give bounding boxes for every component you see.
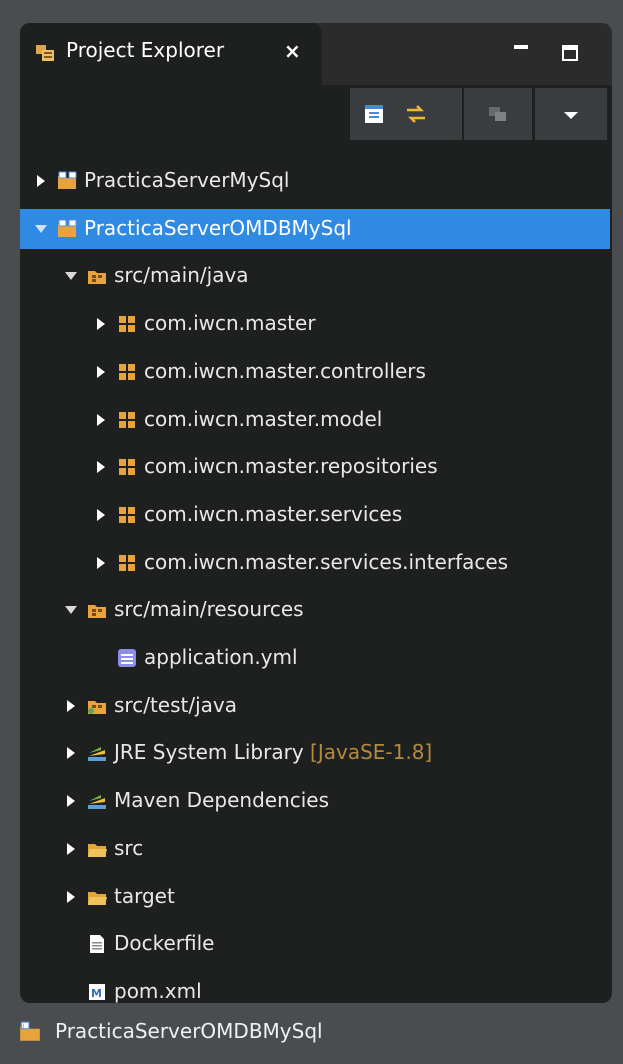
chevron-right-icon[interactable] <box>94 508 108 522</box>
tree-item-decoration: [JavaSE-1.8] <box>303 740 433 765</box>
explorer-panel: PracticaServerMySql PracticaServerOMDBMyS… <box>20 85 612 1003</box>
test-source-folder-icon <box>88 700 106 714</box>
tree-item-pom-xml[interactable]: Mpom.xml <box>20 972 610 1003</box>
source-folder-icon <box>88 271 106 285</box>
tree-item-label: com.iwcn.master.model <box>144 406 383 431</box>
tree-item-src-main-java[interactable]: src/main/java <box>20 256 610 296</box>
toolbar-group-main <box>350 88 462 140</box>
tree-item-jre-system-library[interactable]: JRE System Library [JavaSE-1.8] <box>20 733 610 773</box>
package-icon <box>119 459 135 476</box>
chevron-right-icon[interactable] <box>64 699 78 713</box>
library-icon <box>88 795 106 810</box>
project-icon <box>58 219 77 237</box>
tree-item-label: PracticaServerOMDBMySql <box>84 215 352 240</box>
maven-file-icon: M <box>89 983 105 1000</box>
view-menu-icon[interactable] <box>559 104 583 128</box>
package-icon <box>119 506 135 523</box>
folder-icon <box>88 891 107 905</box>
tree-item-label: com.iwcn.master.services <box>144 501 403 526</box>
package-icon <box>119 316 135 333</box>
tree-item-label: src/main/resources <box>114 597 304 622</box>
toolbar-group-menu <box>535 88 607 140</box>
status-bar: J PracticaServerOMDBMySql <box>0 1003 623 1064</box>
status-selection-label: PracticaServerOMDBMySql <box>55 1019 323 1043</box>
tree-item-com-iwcn-master-repositories[interactable]: com.iwcn.master.repositories <box>20 447 610 487</box>
tree-item-src[interactable]: src <box>20 829 610 869</box>
library-icon <box>88 747 106 762</box>
chevron-right-icon[interactable] <box>64 842 78 856</box>
tree-item-label: src/main/java <box>114 263 249 288</box>
tree-item-label: target <box>114 883 175 908</box>
tree-item-src-main-resources[interactable]: src/main/resources <box>20 590 610 630</box>
chevron-right-icon[interactable] <box>94 365 108 379</box>
maximize-icon[interactable] <box>558 41 582 65</box>
tree-item-label: com.iwcn.master.repositories <box>144 454 438 479</box>
tree-item-com-iwcn-master-controllers[interactable]: com.iwcn.master.controllers <box>20 352 610 392</box>
project-explorer-icon <box>36 45 54 61</box>
folder-icon <box>88 843 107 857</box>
tree-item-label: src/test/java <box>114 692 237 717</box>
select-working-set-icon[interactable] <box>486 102 510 126</box>
collapse-all-icon[interactable] <box>362 102 386 126</box>
project-icon: J <box>20 1021 40 1041</box>
chevron-right-icon[interactable] <box>64 890 78 904</box>
tree-item-maven-dependencies[interactable]: Maven Dependencies <box>20 781 610 821</box>
tree-item-application-yml[interactable]: application.yml <box>20 638 610 678</box>
tab-title: Project Explorer <box>66 38 225 62</box>
tree-item-com-iwcn-master-services[interactable]: com.iwcn.master.services <box>20 495 610 535</box>
tree-item-label: PracticaServerMySql <box>84 168 290 192</box>
package-icon <box>119 363 135 380</box>
chevron-right-icon[interactable] <box>94 413 108 427</box>
tab-project-explorer[interactable]: Project Explorer × <box>20 23 322 85</box>
tree-item-label: com.iwcn.master.controllers <box>144 358 426 383</box>
close-tab-button[interactable]: × <box>284 39 301 63</box>
chevron-right-icon[interactable] <box>34 174 48 188</box>
svg-text:J: J <box>21 1024 24 1030</box>
svg-text:M: M <box>91 987 102 1000</box>
chevron-down-icon[interactable] <box>34 222 48 236</box>
link-with-editor-icon[interactable] <box>404 102 428 126</box>
chevron-right-icon[interactable] <box>64 746 78 760</box>
tree-item-label: Dockerfile <box>114 931 215 956</box>
project-icon <box>58 171 77 189</box>
tree-item-target[interactable]: target <box>20 877 610 917</box>
tree-item-com-iwcn-master-model[interactable]: com.iwcn.master.model <box>20 400 610 440</box>
tree-item-label: com.iwcn.master.services.interfaces <box>144 549 509 574</box>
package-icon <box>119 554 135 571</box>
tree-item-label: JRE System Library [JavaSE-1.8] <box>114 740 433 765</box>
tree-item-label: src <box>114 835 144 860</box>
tree-item-src-test-java[interactable]: src/test/java <box>20 686 610 726</box>
tab-bar: Project Explorer × <box>20 23 612 85</box>
chevron-right-icon[interactable] <box>64 794 78 808</box>
project-explorer-window: Project Explorer × PracticaServerMySql P… <box>20 23 612 1003</box>
tree-item-label: Maven Dependencies <box>114 788 330 813</box>
tree-item-label: com.iwcn.master <box>144 311 316 336</box>
tree-item-com-iwcn-master[interactable]: com.iwcn.master <box>20 304 610 344</box>
tree-item-practicaserveromdbmysql[interactable]: PracticaServerOMDBMySql <box>20 208 610 249</box>
tree-item-com-iwcn-master-services-interfaces[interactable]: com.iwcn.master.services.interfaces <box>20 543 610 583</box>
source-folder-icon <box>88 605 106 619</box>
tree-item-dockerfile[interactable]: Dockerfile <box>20 924 610 964</box>
chevron-right-icon[interactable] <box>94 317 108 331</box>
tree-item-practicaservermysql[interactable]: PracticaServerMySql <box>20 161 610 201</box>
tree-item-label: application.yml <box>144 645 298 669</box>
file-icon <box>90 935 104 954</box>
text-file-icon <box>118 649 136 667</box>
package-icon <box>119 411 135 428</box>
minimize-icon[interactable] <box>510 41 534 65</box>
chevron-right-icon[interactable] <box>94 460 108 474</box>
tree-item-label: pom.xml <box>114 978 202 1003</box>
toolbar-group-filter <box>464 88 532 140</box>
chevron-down-icon[interactable] <box>64 603 78 617</box>
chevron-right-icon[interactable] <box>94 556 108 570</box>
chevron-down-icon[interactable] <box>64 269 78 283</box>
